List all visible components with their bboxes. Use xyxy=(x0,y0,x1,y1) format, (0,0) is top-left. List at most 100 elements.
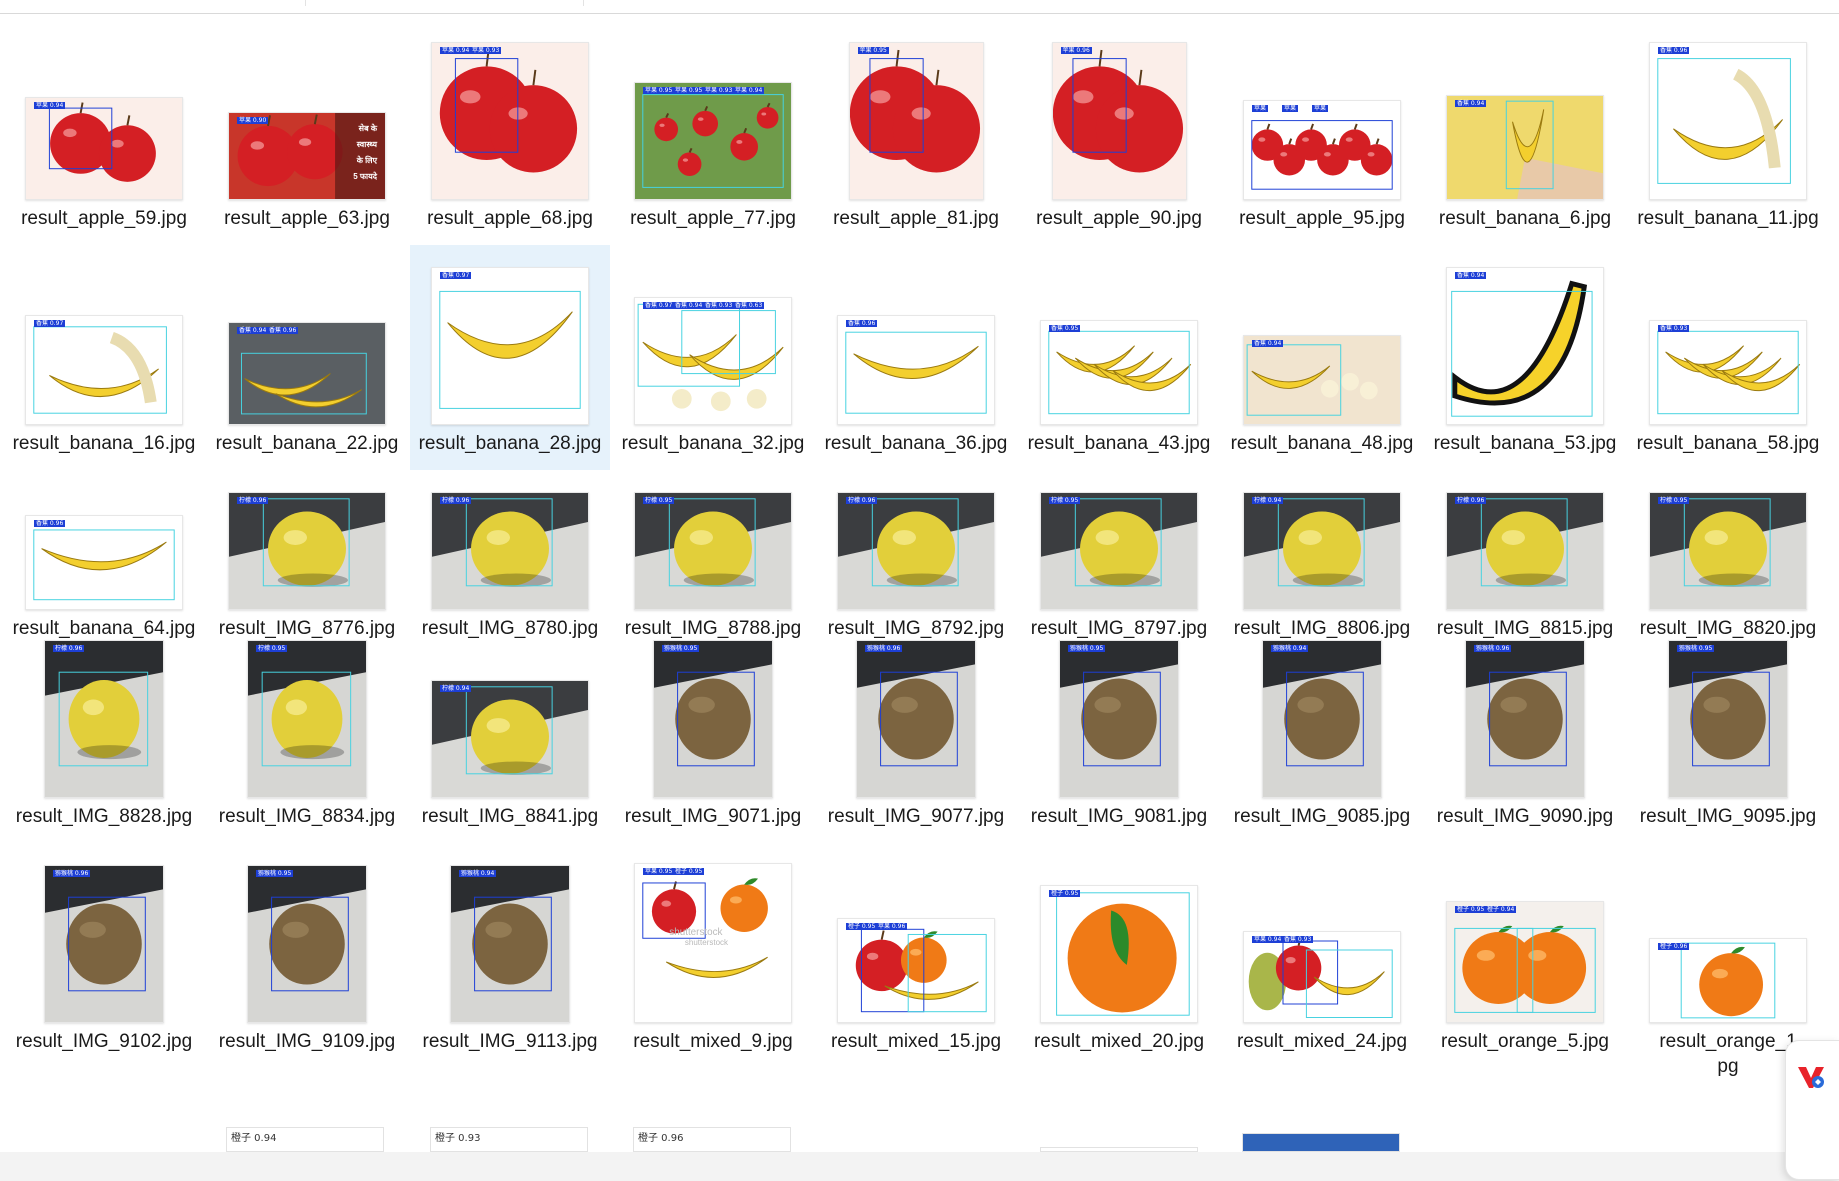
image-thumbnail[interactable]: 苹果 0.96 xyxy=(1051,42,1187,200)
file-item[interactable]: 苹果 0.94 result_apple_59.jpg xyxy=(4,20,204,245)
thumbnail-frame: 香蕉 0.93 xyxy=(1628,257,1828,425)
file-item[interactable]: 苹果 0.95 result_apple_81.jpg xyxy=(816,20,1016,245)
file-item[interactable]: 猕猴桃 0.95 result_IMG_9081.jpg xyxy=(1019,618,1219,843)
image-overlay-text: स्वास्थ्य xyxy=(356,140,377,149)
detection-label: 柠檬 0.95 xyxy=(1658,497,1690,504)
thumbnail-frame: 香蕉 0.94 xyxy=(1222,257,1422,425)
image-thumbnail[interactable]: 香蕉 0.95 xyxy=(1040,320,1198,425)
file-name-label: result_mixed_20.jpg xyxy=(1023,1029,1215,1054)
detection-label: 香蕉 0.63 xyxy=(733,302,765,309)
image-overlay-text: के लिए xyxy=(356,156,377,165)
image-thumbnail[interactable]: 猕猴桃 0.96 xyxy=(856,640,976,798)
image-thumbnail[interactable]: 猕猴桃 0.96 xyxy=(44,865,164,1023)
image-thumbnail[interactable]: 橙子 0.95 苹果 0.96 xyxy=(837,918,995,1023)
file-item[interactable]: 猕猴桃 0.96 result_IMG_9102.jpg xyxy=(4,843,204,1068)
image-thumbnail[interactable]: 香蕉 0.96 xyxy=(25,515,183,610)
file-item[interactable]: 香蕉 0.94 result_banana_6.jpg xyxy=(1425,20,1625,245)
image-thumbnail[interactable]: 橙子 0.96 xyxy=(1649,938,1807,1023)
floating-assistant-button[interactable] xyxy=(1785,1040,1839,1180)
file-item[interactable]: 苹果 苹果 苹果 result_apple_95.jpg xyxy=(1222,20,1422,245)
image-thumbnail[interactable]: 柠檬 0.96 xyxy=(431,492,589,610)
image-thumbnail[interactable]: 橙子 0.95 xyxy=(1040,885,1198,1023)
file-item[interactable]: 柠檬 0.94 result_IMG_8841.jpg xyxy=(410,618,610,843)
file-item[interactable]: 猕猴桃 0.96 result_IMG_9090.jpg xyxy=(1425,618,1625,843)
thumbnail-image xyxy=(432,493,588,609)
file-item[interactable]: 苹果 0.95 苹果 0.95 苹果 0.93 苹果 0.94 result_apple… xyxy=(613,20,813,245)
file-item[interactable]: 猕猴桃 0.94 result_IMG_9113.jpg xyxy=(410,843,610,1068)
detection-label: 香蕉 0.96 xyxy=(1658,47,1690,54)
file-item[interactable]: 猕猴桃 0.96 result_IMG_9077.jpg xyxy=(816,618,1016,843)
image-thumbnail[interactable]: 香蕉 0.97 xyxy=(25,315,183,425)
image-thumbnail[interactable]: 橙子 0.96 xyxy=(633,1127,791,1152)
file-name-label: result_IMG_9071.jpg xyxy=(617,804,809,829)
image-thumbnail[interactable]: 香蕉 0.94 香蕉 0.96 xyxy=(228,322,386,425)
thumbnail-image xyxy=(1650,321,1806,424)
file-item[interactable]: 苹果 0.94 苹果 0.93 result_apple_68.jpg xyxy=(410,20,610,245)
image-thumbnail[interactable]: 苹果 0.94 xyxy=(25,97,183,200)
file-name-label: result_banana_11.jpg xyxy=(1632,206,1824,231)
image-thumbnail[interactable]: 橙子 0.94 xyxy=(226,1127,384,1152)
image-thumbnail[interactable]: 柠檬 0.95 xyxy=(247,640,367,798)
file-item[interactable]: 猕猴桃 0.95 result_IMG_9109.jpg xyxy=(207,843,407,1068)
image-thumbnail[interactable]: shutterstock 苹果 0.95 橙子 0.95 shutterstock xyxy=(634,863,792,1023)
image-thumbnail[interactable]: 苹果 0.95 苹果 0.95 苹果 0.93 苹果 0.94 xyxy=(634,82,792,200)
image-thumbnail[interactable]: 柠檬 0.96 xyxy=(228,492,386,610)
image-thumbnail[interactable]: 香蕉 0.97 香蕉 0.94 香蕉 0.93 香蕉 0.63 xyxy=(634,297,792,425)
thumbnail-frame: 苹果 0.95 苹果 0.95 苹果 0.93 苹果 0.94 xyxy=(613,32,813,200)
image-thumbnail[interactable]: 柠檬 0.96 xyxy=(837,492,995,610)
image-thumbnail[interactable]: 香蕉 0.94 xyxy=(1446,267,1604,425)
thumbnail-image xyxy=(1041,321,1197,424)
image-thumbnail[interactable]: 柠檬 0.96 xyxy=(1446,492,1604,610)
image-thumbnail[interactable]: 柠檬 0.94 xyxy=(1243,492,1401,610)
image-thumbnail[interactable]: 猕猴桃 0.95 xyxy=(1668,640,1788,798)
file-item[interactable]: 猕猴桃 0.95 result_IMG_9071.jpg xyxy=(613,618,813,843)
image-thumbnail[interactable]: 橙子 0.93 xyxy=(430,1127,588,1152)
file-item[interactable]: 苹果 0.94 香蕉 0.93 result_mixed_24.jpg xyxy=(1222,843,1422,1068)
file-item[interactable]: 苹果 0.90 सेब के स्वास्थ्य के लिए 5 फायदे resul… xyxy=(207,20,407,245)
thumbnail-image xyxy=(1041,493,1197,609)
file-item[interactable]: 柠檬 0.95 result_IMG_8834.jpg xyxy=(207,618,407,843)
image-thumbnail[interactable]: 猕猴桃 0.95 xyxy=(1059,640,1179,798)
image-thumbnail[interactable] xyxy=(1242,1133,1400,1152)
file-item[interactable]: 柠檬 0.96 result_IMG_8828.jpg xyxy=(4,618,204,843)
detection-label: 香蕉 0.94 xyxy=(1455,100,1487,107)
file-name-label: result_mixed_15.jpg xyxy=(820,1029,1012,1054)
image-thumbnail[interactable]: 柠檬 0.95 xyxy=(634,492,792,610)
image-thumbnail[interactable]: 猕猴桃 0.95 xyxy=(247,865,367,1023)
image-thumbnail[interactable]: 苹果 0.90 सेब के स्वास्थ्य के लिए 5 फायदे xyxy=(228,112,386,200)
image-thumbnail[interactable]: 橙子 0.95 橙子 0.94 xyxy=(1446,901,1604,1023)
image-thumbnail[interactable]: 猕猴桃 0.95 xyxy=(653,640,773,798)
image-thumbnail[interactable]: 苹果 0.94 苹果 0.93 xyxy=(431,42,589,200)
file-item[interactable]: 猕猴桃 0.94 result_IMG_9085.jpg xyxy=(1222,618,1422,843)
image-thumbnail[interactable]: 香蕉 0.96 xyxy=(837,315,995,425)
file-item[interactable]: 猕猴桃 0.95 result_IMG_9095.jpg xyxy=(1628,618,1828,843)
image-thumbnail[interactable]: 香蕉 0.94 xyxy=(1446,95,1604,200)
file-item[interactable]: 香蕉 0.96 result_banana_11.jpg xyxy=(1628,20,1828,245)
image-thumbnail[interactable]: 柠檬 0.96 xyxy=(44,640,164,798)
image-thumbnail[interactable]: 香蕉 0.96 xyxy=(1649,42,1807,200)
image-thumbnail[interactable]: 柠檬 0.95 xyxy=(1040,492,1198,610)
image-thumbnail[interactable]: 柠檬 0.95 xyxy=(1649,492,1807,610)
image-thumbnail[interactable]: 香蕉 0.94 xyxy=(1243,335,1401,425)
image-thumbnail[interactable]: 香蕉 0.93 xyxy=(1649,320,1807,425)
image-thumbnail[interactable]: 柠檬 0.94 xyxy=(431,680,589,798)
thumbnail-image xyxy=(838,493,994,609)
detection-label: 苹果 0.94 xyxy=(440,47,472,54)
file-item[interactable]: 苹果 0.96 result_apple_90.jpg xyxy=(1019,20,1219,245)
file-item[interactable]: 橙子 0.96 result_orange_1 pg xyxy=(1628,843,1828,1077)
file-item[interactable]: 橙子 0.95 苹果 0.96 result_mixed_15.jpg xyxy=(816,843,1016,1068)
file-name-label: result_mixed_24.jpg xyxy=(1226,1029,1418,1054)
image-thumbnail[interactable]: 苹果 0.95 xyxy=(848,42,984,200)
image-thumbnail[interactable]: 猕猴桃 0.96 xyxy=(1465,640,1585,798)
file-item[interactable]: 橙子 0.95 橙子 0.94 result_orange_5.jpg xyxy=(1425,843,1625,1068)
file-item[interactable]: 橙子 0.95 result_mixed_20.jpg xyxy=(1019,843,1219,1068)
thumbnail-frame: 苹果 0.94 苹果 0.93 xyxy=(410,32,610,200)
file-item[interactable]: shutterstock 苹果 0.95 橙子 0.95 shutterstock re… xyxy=(613,843,813,1068)
image-thumbnail[interactable]: 猕猴桃 0.94 xyxy=(1262,640,1382,798)
image-thumbnail[interactable]: 香蕉 0.97 xyxy=(431,267,589,425)
thumbnail-frame: 苹果 0.95 xyxy=(816,32,1016,200)
image-thumbnail[interactable]: 苹果 苹果 苹果 xyxy=(1243,100,1401,200)
image-thumbnail[interactable]: 猕猴桃 0.94 xyxy=(450,865,570,1023)
thumbnail-frame: 柠檬 0.95 xyxy=(613,442,813,610)
image-thumbnail[interactable]: 苹果 0.94 香蕉 0.93 xyxy=(1243,931,1401,1023)
